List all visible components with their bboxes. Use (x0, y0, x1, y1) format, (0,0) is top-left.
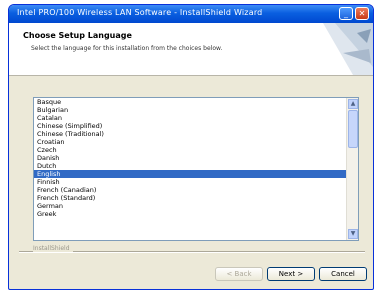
installshield-window: Intel PRO/100 Wireless LAN Software - In… (8, 4, 374, 290)
cancel-button[interactable]: Cancel (319, 267, 367, 281)
language-option[interactable]: Bulgarian (34, 106, 346, 114)
language-option[interactable]: Chinese (Simplified) (34, 122, 346, 130)
language-option[interactable]: French (Standard) (34, 194, 346, 202)
language-option[interactable]: Finnish (34, 178, 346, 186)
language-option[interactable]: Chinese (Traditional) (34, 130, 346, 138)
installshield-branding: InstallShield (33, 245, 73, 252)
window-title: Intel PRO/100 Wireless LAN Software - In… (17, 8, 263, 17)
wizard-header: Choose Setup Language Select the languag… (9, 23, 373, 76)
title-bar[interactable]: Intel PRO/100 Wireless LAN Software - In… (9, 5, 373, 23)
scroll-down-arrow-icon[interactable]: ▼ (348, 229, 358, 239)
header-subtitle: Select the language for this installatio… (31, 45, 223, 52)
language-option[interactable]: Catalan (34, 114, 346, 122)
minimize-button[interactable]: _ (339, 7, 353, 20)
language-option[interactable]: German (34, 202, 346, 210)
scroll-up-arrow-icon[interactable]: ▲ (348, 99, 358, 109)
setup-graphic-icon (323, 23, 373, 75)
header-title: Choose Setup Language (23, 31, 132, 40)
back-button[interactable]: < Back (215, 267, 263, 281)
scroll-thumb[interactable] (348, 110, 358, 148)
language-option[interactable]: Czech (34, 146, 346, 154)
language-option[interactable]: Croatian (34, 138, 346, 146)
language-option[interactable]: Greek (34, 210, 346, 218)
close-button[interactable]: ✕ (355, 7, 369, 20)
language-option[interactable]: Dutch (34, 162, 346, 170)
language-listbox[interactable]: Basque Bulgarian Catalan Chinese (Simplifie… (33, 97, 359, 241)
next-button[interactable]: Next > (267, 267, 315, 281)
language-list: Basque Bulgarian Catalan Chinese (Simplifie… (34, 98, 346, 218)
language-option[interactable]: French (Canadian) (34, 186, 346, 194)
language-option[interactable]: English (34, 170, 346, 178)
language-option[interactable]: Danish (34, 154, 346, 162)
listbox-scrollbar[interactable]: ▲ ▼ (346, 98, 358, 240)
language-option[interactable]: Basque (34, 98, 346, 106)
